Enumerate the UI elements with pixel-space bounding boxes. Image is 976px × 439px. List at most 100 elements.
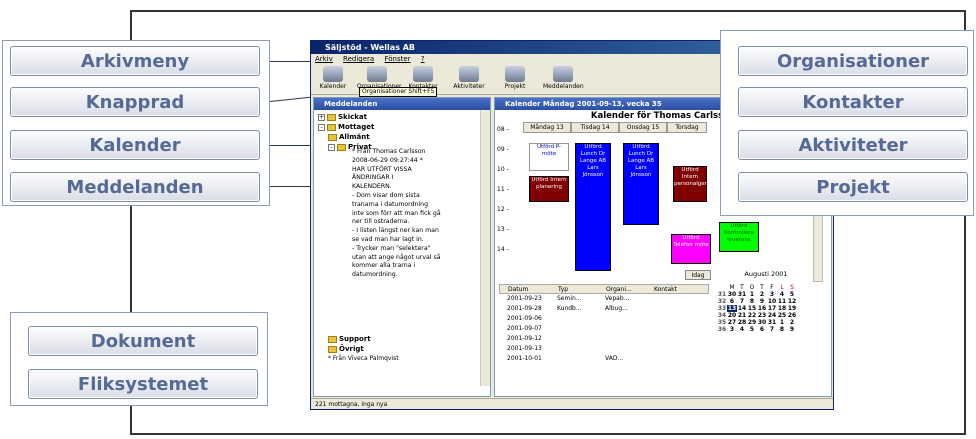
calendar-event[interactable]: Utförd Lunch Dr Lange AB Lars Jönsson: [623, 143, 659, 225]
mini-calendar-day[interactable]: 22: [747, 312, 757, 319]
mini-calendar-day[interactable]: 27: [727, 319, 737, 326]
mini-calendar-day[interactable]: 9: [787, 326, 797, 333]
mini-calendar-day[interactable]: 4: [777, 291, 787, 298]
collapse-icon: -: [318, 123, 325, 131]
mini-calendar-day[interactable]: 30: [757, 319, 767, 326]
toolbar-aktiviteter[interactable]: Aktiviteter: [449, 65, 489, 90]
mini-calendar-day[interactable]: 7: [737, 298, 747, 305]
mini-calendar-day[interactable]: 16: [757, 305, 767, 312]
toolbar-meddelanden[interactable]: Meddelanden: [543, 65, 584, 90]
tree-item[interactable]: + Skickat: [318, 112, 490, 122]
arkivmeny-button[interactable]: Arkivmeny: [10, 46, 260, 76]
mini-calendar-day[interactable]: 1: [747, 291, 757, 298]
menu-arkiv[interactable]: Arkiv: [315, 55, 333, 63]
mini-calendar-day[interactable]: 8: [747, 298, 757, 305]
toolbar-kalender[interactable]: Kalender: [313, 65, 353, 90]
calendar-event[interactable]: Utförd Kontrollera leverans: [719, 222, 759, 252]
kalender-button[interactable]: Kalender: [10, 130, 260, 160]
messages-scrollbar[interactable]: [480, 110, 490, 386]
weekday-label: O: [749, 284, 755, 291]
mini-calendar-day[interactable]: 2: [787, 319, 797, 326]
dokument-button[interactable]: Dokument: [28, 326, 258, 356]
organisationer-button[interactable]: Organisationer: [738, 46, 968, 76]
mini-calendar-day[interactable]: 18: [777, 305, 787, 312]
mini-calendar-day[interactable]: 7: [767, 326, 777, 333]
mini-calendar-day[interactable]: 9: [757, 298, 767, 305]
mini-calendar-day[interactable]: 11: [777, 298, 787, 305]
mini-calendar-day[interactable]: 20: [727, 312, 737, 319]
mini-calendar-day[interactable]: 24: [767, 312, 777, 319]
tree-item[interactable]: Allmänt: [318, 132, 490, 142]
kontakter-button[interactable]: Kontakter: [738, 87, 968, 117]
tree-label: Support: [339, 335, 371, 343]
mini-calendar-day[interactable]: 31: [767, 319, 777, 326]
calendar-event[interactable]: Utförd Lunch Dr Lange AB Lars Jönsson: [575, 143, 611, 271]
calendar-event[interactable]: Utförd Intern planering: [529, 176, 569, 202]
table-row[interactable]: 2001-09-06: [499, 314, 709, 324]
fliksystemet-button[interactable]: Fliksystemet: [28, 369, 258, 399]
toolbar-label: Meddelanden: [543, 83, 584, 90]
aktiviteter-button[interactable]: Aktiviteter: [738, 130, 968, 160]
mini-calendar-day[interactable]: 31: [737, 291, 747, 298]
mini-calendar-day[interactable]: 3: [727, 326, 737, 333]
mini-calendar-day[interactable]: 1: [777, 319, 787, 326]
menu-fonster[interactable]: Fönster: [384, 55, 410, 63]
day-header[interactable]: Torsdag: [667, 122, 707, 133]
mini-calendar-day[interactable]: 21: [737, 312, 747, 319]
idag-button[interactable]: Idag: [685, 270, 711, 280]
mini-calendar-day[interactable]: 3: [767, 291, 777, 298]
column-header[interactable]: Kontakt: [654, 285, 694, 295]
message-tree-lower: Support Övrigt * Från Viveca Palmqvist: [328, 334, 399, 364]
day-header[interactable]: Onsdag 15: [619, 122, 667, 133]
tree-item[interactable]: Övrigt: [328, 344, 399, 354]
table-row[interactable]: 2001-09-28 Kundb... Albug...: [499, 304, 709, 314]
mini-calendar-day[interactable]: 26: [787, 312, 797, 319]
mini-calendar-day[interactable]: 8: [777, 326, 787, 333]
mini-calendar-day[interactable]: 12: [787, 298, 797, 305]
menu-redigera[interactable]: Redigera: [343, 55, 374, 63]
folder-icon: [337, 143, 346, 151]
mini-calendar-day[interactable]: 13: [727, 305, 737, 312]
mini-calendar-day[interactable]: 25: [777, 312, 787, 319]
menu-help[interactable]: ?: [421, 55, 425, 63]
meddelanden-button[interactable]: Meddelanden: [10, 172, 260, 202]
mini-calendar-days[interactable]: 31 30 31 1 2 3 4 5 32 6 7 8 9 10 11 12 33 13 14 15 16 17 18 19 3…: [717, 291, 817, 333]
mini-calendar-day[interactable]: 28: [737, 319, 747, 326]
message-line: tranarna i datumordning: [352, 200, 429, 208]
weekday-label: L: [780, 284, 784, 291]
message-line: se vad man har lagt in.: [352, 235, 424, 243]
table-row[interactable]: 2001-10-01 VAD...: [499, 354, 709, 364]
mini-calendar-day[interactable]: 10: [767, 298, 777, 305]
mini-calendar-day[interactable]: 29: [747, 319, 757, 326]
calendar-event[interactable]: Utförd Telefon möte: [671, 234, 711, 264]
mini-calendar-day[interactable]: 2: [757, 291, 767, 298]
mini-calendar-day[interactable]: 30: [727, 291, 737, 298]
mini-calendar-week: 31 30 31 1 2 3 4 5: [717, 291, 817, 298]
calendar-event[interactable]: Utförd P-möte: [529, 143, 569, 171]
table-row[interactable]: 2001-09-23 Semin... Vepab...: [499, 294, 709, 304]
project-icon: [505, 66, 525, 82]
mini-calendar-day[interactable]: 17: [767, 305, 777, 312]
mini-calendar-day[interactable]: 15: [747, 305, 757, 312]
mini-calendar-day[interactable]: 19: [787, 305, 797, 312]
table-row[interactable]: 2001-09-12: [499, 334, 709, 344]
toolbar-label: Aktiviteter: [453, 83, 485, 90]
day-header[interactable]: Måndag 13: [523, 122, 571, 133]
table-row[interactable]: 2001-09-07: [499, 324, 709, 334]
day-header[interactable]: Tisdag 14: [571, 122, 619, 133]
calendar-event[interactable]: Utförd Intern personalgenom: [673, 166, 717, 202]
toolbar-projekt[interactable]: Projekt: [495, 65, 535, 90]
mini-calendar-day[interactable]: 5: [787, 291, 797, 298]
mini-calendar-day[interactable]: 5: [747, 326, 757, 333]
mini-calendar-day[interactable]: 6: [757, 326, 767, 333]
table-row[interactable]: 2001-09-13: [499, 344, 709, 354]
mini-calendar-day[interactable]: 4: [737, 326, 747, 333]
projekt-button[interactable]: Projekt: [738, 172, 968, 202]
tree-item[interactable]: Support: [328, 334, 399, 344]
table-cell: Albug...: [605, 305, 628, 312]
mini-calendar-day[interactable]: 14: [737, 305, 747, 312]
mini-calendar-day[interactable]: 23: [757, 312, 767, 319]
tree-item[interactable]: - Mottaget: [318, 122, 490, 132]
mini-calendar-day[interactable]: 6: [727, 298, 737, 305]
knapprad-button[interactable]: Knapprad: [10, 87, 260, 117]
